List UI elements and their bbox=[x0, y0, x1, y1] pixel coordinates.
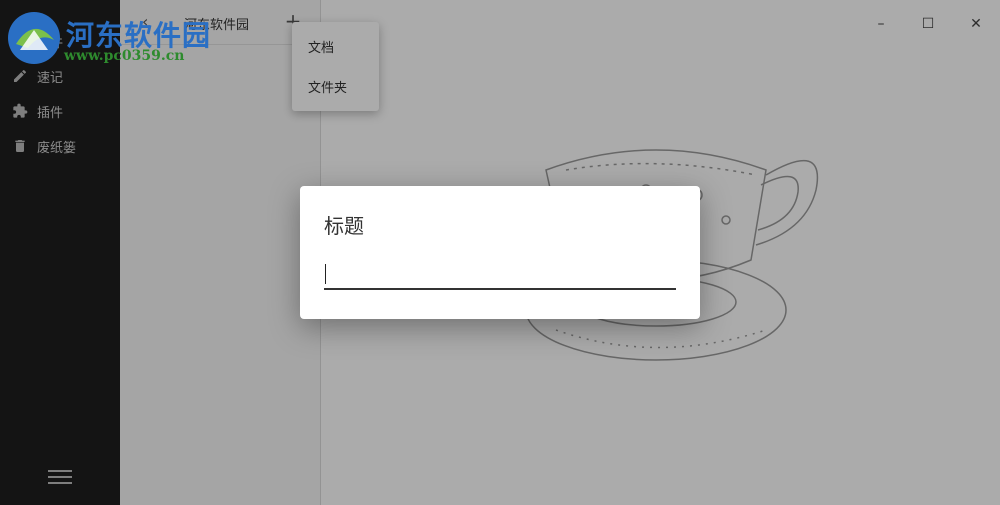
watermark-logo-icon bbox=[8, 12, 60, 64]
title-input[interactable] bbox=[324, 260, 676, 290]
watermark-url: www.pc0359.cn bbox=[64, 48, 185, 64]
title-dialog: 标题 bbox=[300, 186, 700, 319]
text-caret bbox=[325, 264, 326, 284]
dialog-title: 标题 bbox=[324, 214, 364, 238]
watermark: 河东软件园 www.pc0359.cn bbox=[4, 10, 210, 70]
